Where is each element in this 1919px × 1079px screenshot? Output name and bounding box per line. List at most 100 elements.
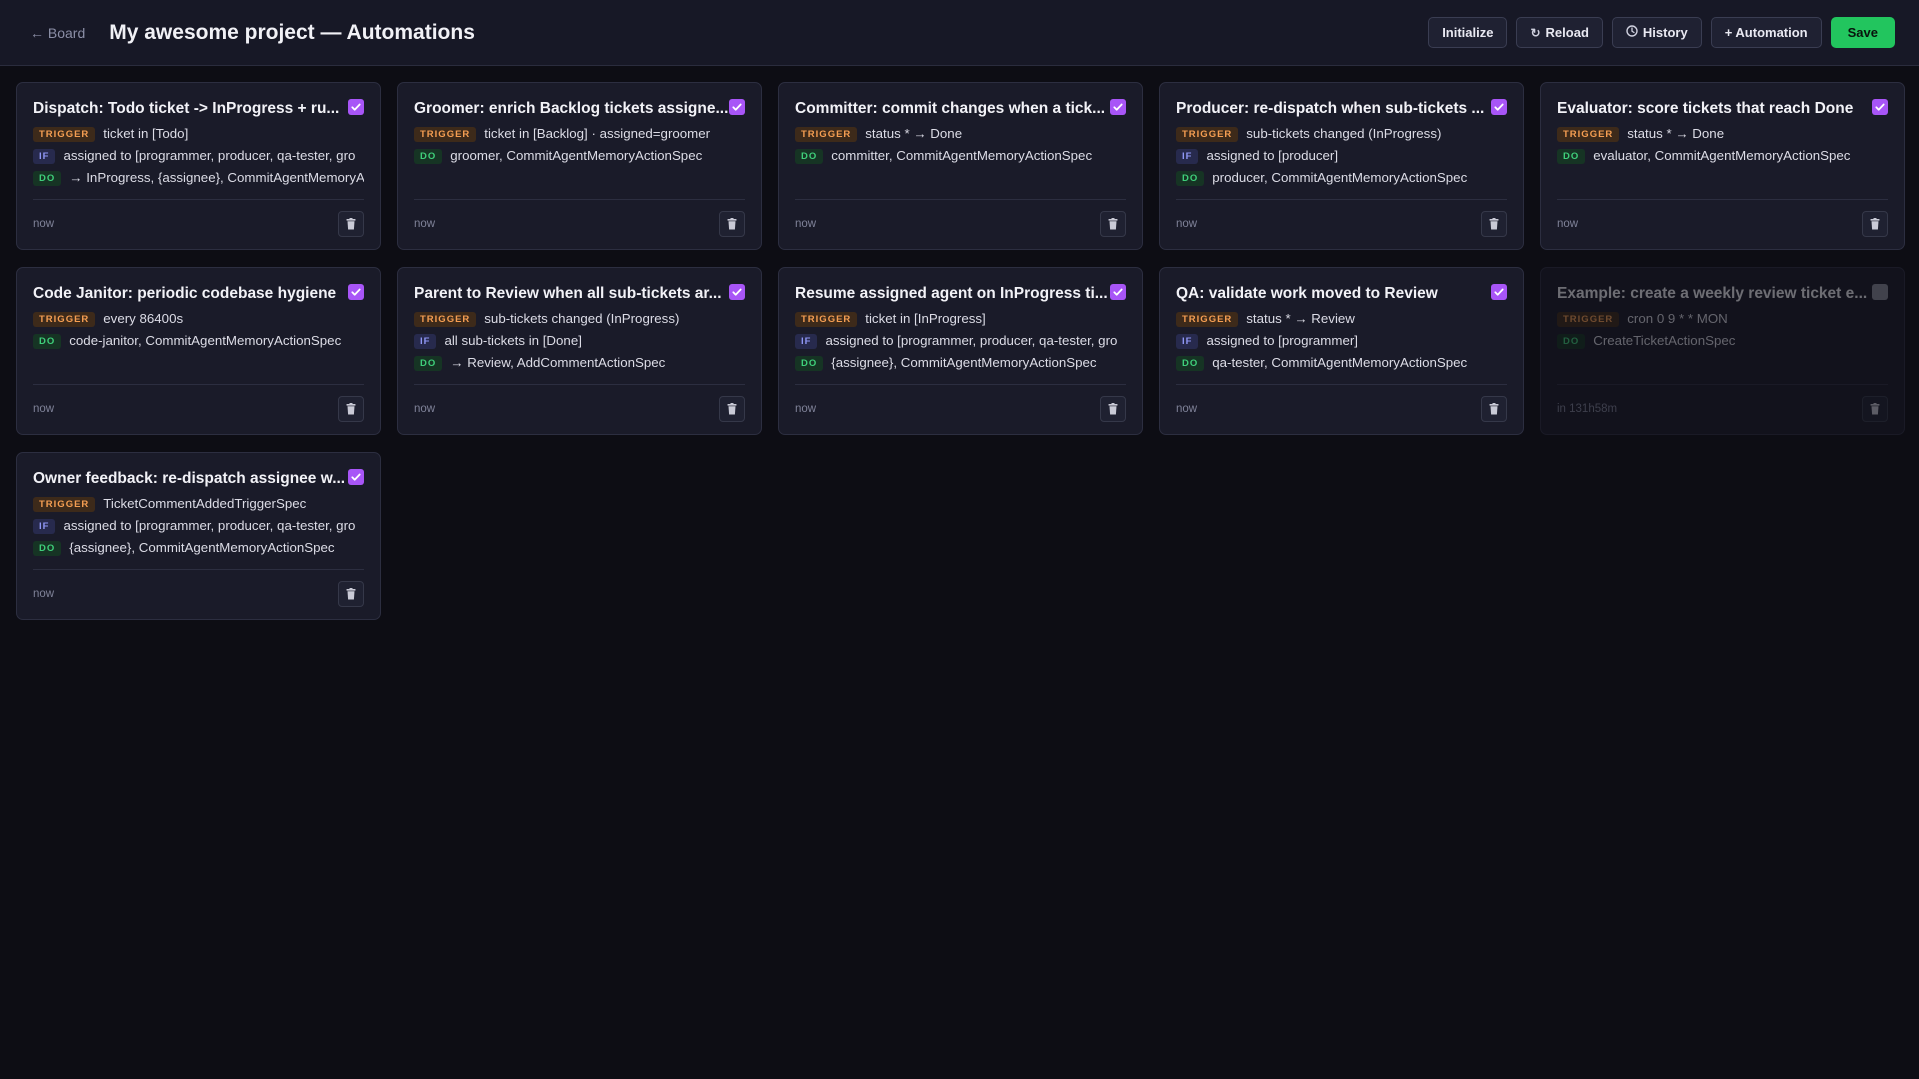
trash-icon	[727, 402, 737, 414]
card-rules: TRIGGER sub-tickets changed (InProgress) I…	[1176, 125, 1507, 199]
enabled-checkbox[interactable]	[1872, 99, 1888, 115]
delete-button[interactable]	[338, 210, 364, 237]
card-footer: in 131h58m	[1557, 384, 1888, 422]
delete-button[interactable]	[1862, 210, 1888, 237]
card-footer: now	[33, 384, 364, 422]
automation-card: Dispatch: Todo ticket -> InProgress + ru…	[16, 82, 381, 250]
delete-button[interactable]	[338, 580, 364, 607]
trigger-text: ticket in [InProgress]	[865, 311, 986, 326]
enabled-checkbox[interactable]	[1110, 284, 1126, 300]
automation-card: Parent to Review when all sub-tickets ar…	[397, 267, 762, 435]
automation-card: Example: create a weekly review ticket e…	[1540, 267, 1905, 435]
do-text: → Review, AddCommentActionSpec	[450, 355, 666, 370]
card-header: Owner feedback: re-dispatch assignee w..…	[33, 469, 364, 489]
do-tag: DO	[1176, 355, 1205, 371]
if-tag: IF	[33, 148, 56, 164]
card-rules: TRIGGER sub-tickets changed (InProgress) I…	[414, 310, 745, 384]
condition-row: IF assigned to [programmer, producer, qa-…	[33, 147, 364, 165]
delete-button[interactable]	[1100, 210, 1126, 237]
if-text: assigned to [producer]	[1206, 148, 1339, 163]
reload-button[interactable]: ↻ Reload	[1516, 17, 1603, 48]
trigger-tag: TRIGGER	[795, 126, 858, 142]
history-button[interactable]: History	[1611, 17, 1702, 48]
do-text: committer, CommitAgentMemoryActionSpec	[831, 148, 1093, 163]
card-title[interactable]: Committer: commit changes when a tick...	[795, 99, 1105, 119]
delete-button[interactable]	[1481, 210, 1507, 237]
if-text: assigned to [programmer]	[1206, 333, 1358, 348]
enabled-checkbox[interactable]	[1872, 284, 1888, 300]
trash-icon	[346, 217, 356, 229]
trigger-row: TRIGGER cron 0 9 * * MON	[1557, 310, 1888, 328]
do-tag: DO	[33, 170, 62, 186]
delete-button[interactable]	[719, 210, 745, 237]
trigger-text: status * → Done	[1627, 126, 1725, 141]
enabled-checkbox[interactable]	[1491, 99, 1507, 115]
action-row: DO evaluator, CommitAgentMemoryActionSpec	[1557, 147, 1888, 165]
delete-button[interactable]	[719, 395, 745, 422]
delete-button[interactable]	[1862, 395, 1888, 422]
card-title[interactable]: Groomer: enrich Backlog tickets assigne.…	[414, 99, 728, 119]
do-tag: DO	[795, 148, 824, 164]
enabled-checkbox[interactable]	[348, 99, 364, 115]
card-footer: now	[33, 569, 364, 607]
card-rules: TRIGGER every 86400s DO code-janitor, Commi…	[33, 310, 364, 384]
card-title[interactable]: QA: validate work moved to Review	[1176, 284, 1438, 304]
trigger-tag: TRIGGER	[1557, 311, 1620, 327]
enabled-checkbox[interactable]	[729, 99, 745, 115]
do-tag: DO	[33, 333, 62, 349]
back-to-board-link[interactable]: ← Board	[30, 25, 85, 41]
card-title[interactable]: Producer: re-dispatch when sub-tickets .…	[1176, 99, 1484, 119]
action-row: DO CreateTicketActionSpec	[1557, 332, 1888, 350]
card-rules: TRIGGER ticket in [Todo] IF assigned to [pr…	[33, 125, 364, 199]
if-tag: IF	[1176, 333, 1199, 349]
initialize-button[interactable]: Initialize	[1428, 17, 1508, 48]
card-footer: now	[414, 199, 745, 237]
do-text: code-janitor, CommitAgentMemoryActionSpe…	[69, 333, 342, 348]
card-footer: now	[33, 199, 364, 237]
automation-card: Evaluator: score tickets that reach Done…	[1540, 82, 1905, 250]
trigger-row: TRIGGER status * → Review	[1176, 310, 1507, 328]
enabled-checkbox[interactable]	[729, 284, 745, 300]
card-title[interactable]: Dispatch: Todo ticket -> InProgress + ru…	[33, 99, 339, 119]
enabled-checkbox[interactable]	[348, 469, 364, 485]
check-icon	[1494, 103, 1504, 111]
enabled-checkbox[interactable]	[1110, 99, 1126, 115]
add-automation-button[interactable]: + Automation	[1710, 17, 1822, 48]
trash-icon	[1489, 402, 1499, 414]
delete-button[interactable]	[1481, 395, 1507, 422]
if-tag: IF	[33, 518, 56, 534]
delete-button[interactable]	[1100, 395, 1126, 422]
card-header: Committer: commit changes when a tick...	[795, 99, 1126, 119]
enabled-checkbox[interactable]	[1491, 284, 1507, 300]
clock-icon	[1626, 25, 1638, 40]
card-next-run: now	[33, 402, 55, 415]
check-icon	[1113, 103, 1123, 111]
card-header: Producer: re-dispatch when sub-tickets .…	[1176, 99, 1507, 119]
trigger-row: TRIGGER sub-tickets changed (InProgress)	[414, 310, 745, 328]
if-tag: IF	[1176, 148, 1199, 164]
top-bar: ← Board My awesome project — Automations…	[0, 0, 1919, 66]
card-title[interactable]: Evaluator: score tickets that reach Done	[1557, 99, 1853, 119]
card-title[interactable]: Owner feedback: re-dispatch assignee w..…	[33, 469, 345, 489]
card-rules: TRIGGER status * → Done DO evaluator, Commi…	[1557, 125, 1888, 199]
trigger-row: TRIGGER TicketCommentAddedTriggerSpec	[33, 495, 364, 513]
enabled-checkbox[interactable]	[348, 284, 364, 300]
save-button[interactable]: Save	[1830, 17, 1895, 48]
card-title[interactable]: Code Janitor: periodic codebase hygiene	[33, 284, 336, 304]
do-tag: DO	[33, 540, 62, 556]
do-text: CreateTicketActionSpec	[1593, 333, 1736, 348]
card-title[interactable]: Resume assigned agent on InProgress ti..…	[795, 284, 1108, 304]
card-title[interactable]: Parent to Review when all sub-tickets ar…	[414, 284, 722, 304]
if-tag: IF	[795, 333, 818, 349]
card-next-run: in 131h58m	[1557, 402, 1618, 415]
reload-icon: ↻	[1530, 25, 1541, 40]
card-rules: TRIGGER ticket in [Backlog] · assigned=gr…	[414, 125, 745, 199]
card-title[interactable]: Example: create a weekly review ticket e…	[1557, 284, 1867, 304]
card-header: Example: create a weekly review ticket e…	[1557, 284, 1888, 304]
do-text: producer, CommitAgentMemoryActionSpec	[1212, 170, 1468, 185]
trigger-tag: TRIGGER	[33, 311, 96, 327]
trigger-tag: TRIGGER	[1176, 126, 1239, 142]
delete-button[interactable]	[338, 395, 364, 422]
card-header: Resume assigned agent on InProgress ti..…	[795, 284, 1126, 304]
card-next-run: now	[414, 402, 436, 415]
